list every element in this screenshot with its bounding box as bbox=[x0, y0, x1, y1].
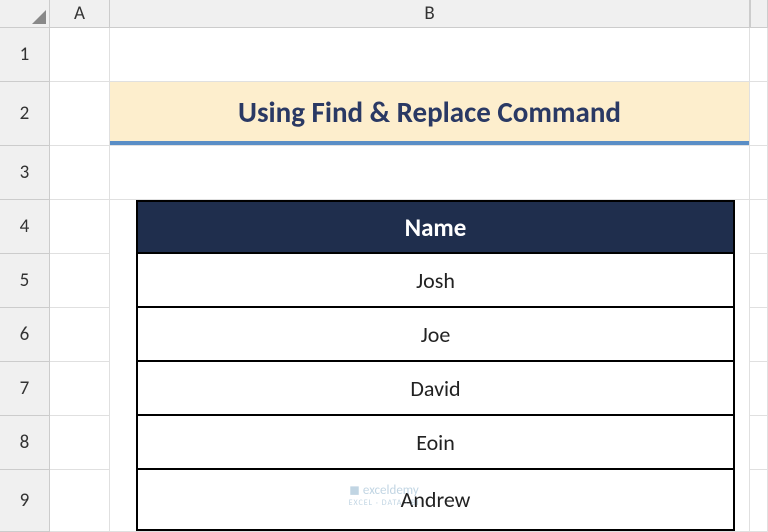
table-row: Eoin bbox=[136, 416, 735, 470]
cell-c5-partial[interactable] bbox=[750, 254, 768, 308]
row-header-3[interactable]: 3 bbox=[0, 146, 50, 200]
cell-a3[interactable] bbox=[50, 146, 110, 200]
column-header-b[interactable]: B bbox=[110, 0, 750, 28]
cell-a2[interactable] bbox=[50, 82, 110, 146]
cell-b7[interactable]: David bbox=[110, 362, 750, 416]
cell-b1[interactable] bbox=[110, 28, 750, 82]
spreadsheet-grid: A B 1 2 Using Find & Replace Command 3 4… bbox=[0, 0, 768, 532]
cell-c1-partial[interactable] bbox=[750, 28, 768, 82]
page-title: Using Find & Replace Command bbox=[110, 82, 749, 145]
table-row: Josh bbox=[136, 254, 735, 308]
row-header-8[interactable]: 8 bbox=[0, 416, 50, 470]
cell-a6[interactable] bbox=[50, 308, 110, 362]
row-header-1[interactable]: 1 bbox=[0, 28, 50, 82]
cell-b2[interactable]: Using Find & Replace Command bbox=[110, 82, 750, 146]
cell-c8-partial[interactable] bbox=[750, 416, 768, 470]
table-row: David bbox=[136, 362, 735, 416]
cell-c6-partial[interactable] bbox=[750, 308, 768, 362]
cell-b9[interactable]: Andrew bbox=[110, 470, 750, 532]
cell-b8[interactable]: Eoin bbox=[110, 416, 750, 470]
cell-b3[interactable] bbox=[110, 146, 750, 200]
cell-a9[interactable] bbox=[50, 470, 110, 532]
column-header-a[interactable]: A bbox=[50, 0, 110, 28]
cell-a5[interactable] bbox=[50, 254, 110, 308]
cell-a4[interactable] bbox=[50, 200, 110, 254]
cell-b5[interactable]: Josh bbox=[110, 254, 750, 308]
cell-a8[interactable] bbox=[50, 416, 110, 470]
cell-b4[interactable]: Name bbox=[110, 200, 750, 254]
row-header-2[interactable]: 2 bbox=[0, 82, 50, 146]
table-row: Andrew bbox=[136, 470, 735, 531]
cell-c3-partial[interactable] bbox=[750, 146, 768, 200]
cell-c4-partial[interactable] bbox=[750, 200, 768, 254]
table-header-name: Name bbox=[136, 200, 735, 254]
cell-c7-partial[interactable] bbox=[750, 362, 768, 416]
row-header-4[interactable]: 4 bbox=[0, 200, 50, 254]
cell-a1[interactable] bbox=[50, 28, 110, 82]
row-header-6[interactable]: 6 bbox=[0, 308, 50, 362]
row-header-9[interactable]: 9 bbox=[0, 470, 50, 532]
table-row: Joe bbox=[136, 308, 735, 362]
cell-c9-partial[interactable] bbox=[750, 470, 768, 532]
cell-b6[interactable]: Joe bbox=[110, 308, 750, 362]
select-all-corner[interactable] bbox=[0, 0, 50, 28]
cell-a7[interactable] bbox=[50, 362, 110, 416]
cell-c2-partial[interactable] bbox=[750, 82, 768, 146]
column-header-c-partial[interactable] bbox=[750, 0, 768, 28]
row-header-7[interactable]: 7 bbox=[0, 362, 50, 416]
row-header-5[interactable]: 5 bbox=[0, 254, 50, 308]
